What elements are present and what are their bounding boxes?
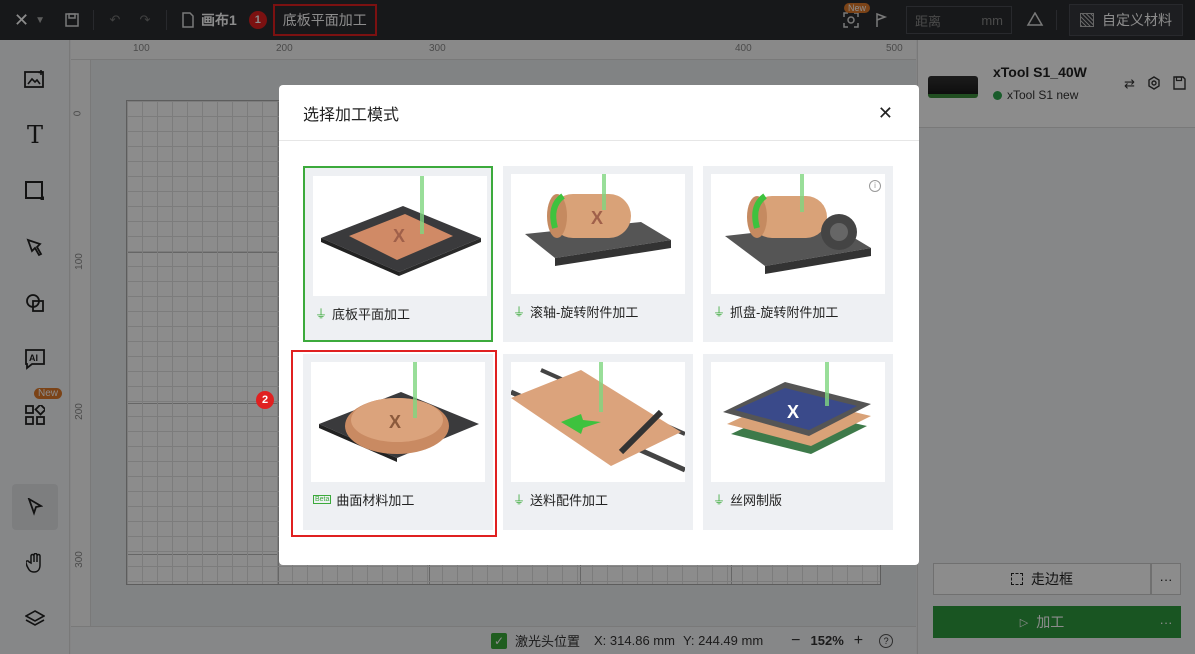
mode-card-roller[interactable]: X ⏚ 滚轴-旋转附件加工 bbox=[503, 166, 693, 342]
laser-screen-icon: ⏚ bbox=[713, 493, 726, 507]
close-icon: ✕ bbox=[877, 103, 893, 123]
mode-label: ⏚ 抓盘-旋转附件加工 bbox=[713, 302, 838, 321]
mode-label: ⏚ 底板平面加工 bbox=[315, 304, 410, 323]
laser-roller-icon: ⏚ bbox=[513, 305, 526, 319]
annotation-highlight-2 bbox=[291, 350, 497, 537]
info-icon[interactable]: i bbox=[869, 180, 881, 192]
dialog-title: 选择加工模式 bbox=[303, 106, 400, 124]
laser-chuck-icon: ⏚ bbox=[713, 305, 726, 319]
svg-text:X: X bbox=[393, 226, 405, 246]
svg-text:X: X bbox=[787, 402, 799, 422]
roller-mode-illustration: X bbox=[511, 174, 685, 294]
mode-label: ⏚ 送料配件加工 bbox=[513, 490, 608, 509]
mode-card-conveyor[interactable]: ⏚ 送料配件加工 bbox=[503, 354, 693, 530]
mode-label: ⏚ 丝网制版 bbox=[713, 490, 782, 509]
conveyor-mode-illustration bbox=[511, 362, 685, 482]
laser-flat-icon: ⏚ bbox=[315, 307, 328, 321]
mode-name: 滚轴-旋转附件加工 bbox=[530, 305, 639, 320]
flat-mode-illustration: X bbox=[313, 176, 487, 296]
svg-text:X: X bbox=[591, 208, 603, 228]
mode-name: 抓盘-旋转附件加工 bbox=[730, 305, 839, 320]
mode-card-screen-printing[interactable]: X ⏚ 丝网制版 bbox=[703, 354, 893, 530]
mode-label: ⏚ 滚轴-旋转附件加工 bbox=[513, 302, 638, 321]
dialog-header: 选择加工模式 bbox=[279, 85, 919, 141]
close-button[interactable]: ✕ bbox=[878, 103, 893, 124]
mode-card-chuck[interactable]: i ⏚ 抓盘-旋转附件加工 bbox=[703, 166, 893, 342]
screen-printing-illustration: X bbox=[711, 362, 885, 482]
annotation-marker-2: 2 bbox=[256, 391, 274, 409]
laser-conveyor-icon: ⏚ bbox=[513, 493, 526, 507]
mode-name: 丝网制版 bbox=[730, 493, 783, 508]
mode-name: 底板平面加工 bbox=[332, 307, 411, 322]
mode-card-flat[interactable]: X ⏚ 底板平面加工 bbox=[303, 166, 493, 342]
mode-name: 送料配件加工 bbox=[530, 493, 609, 508]
chuck-mode-illustration bbox=[711, 174, 885, 294]
